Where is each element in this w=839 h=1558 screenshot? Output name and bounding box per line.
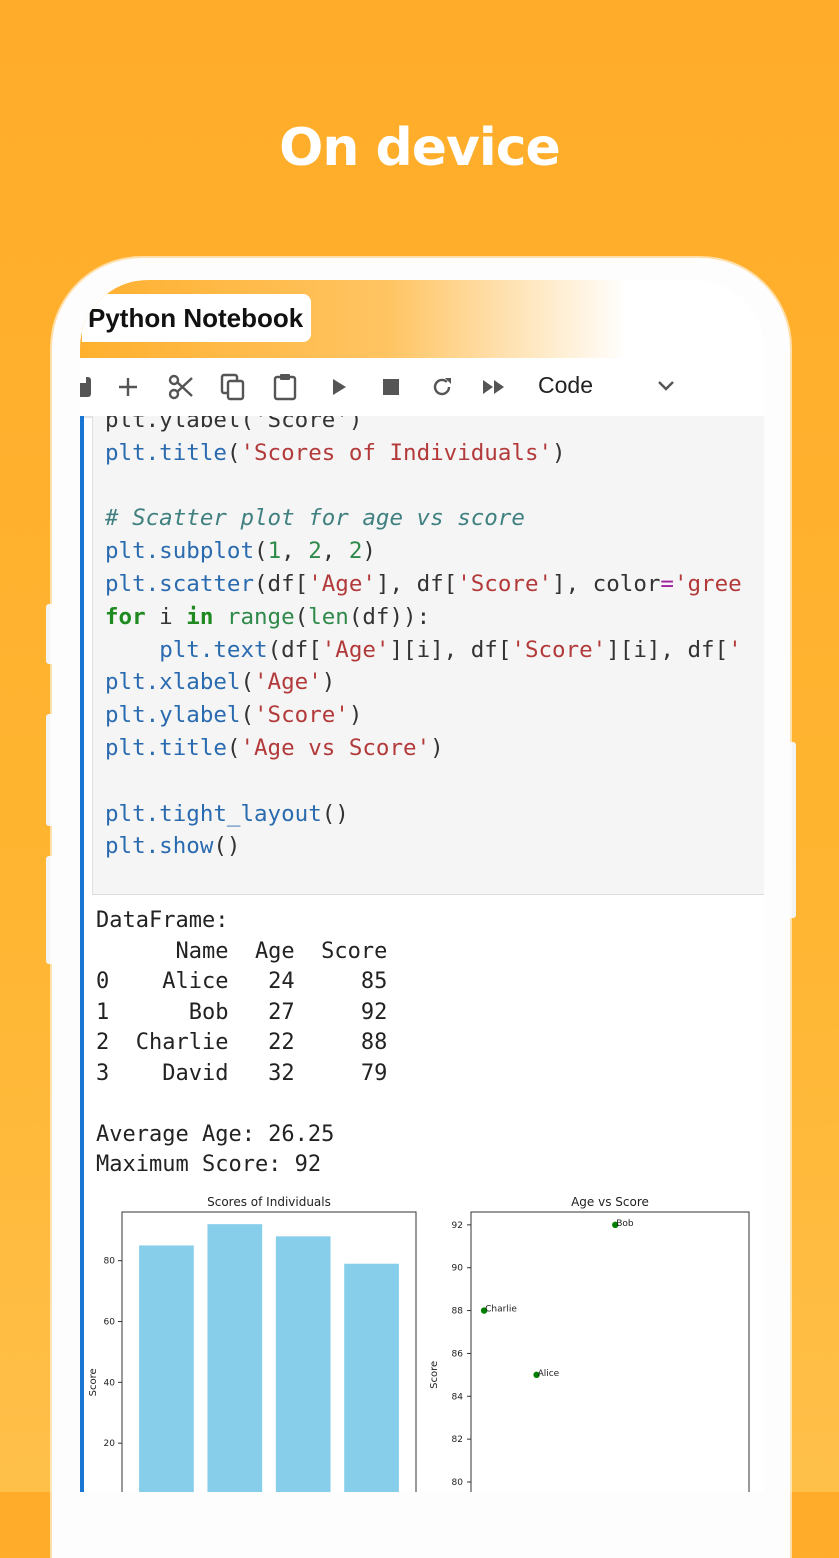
clipboard-icon[interactable] xyxy=(270,372,300,402)
y-tick-label: 92 xyxy=(452,1221,463,1231)
scatter-chart: Age vs Score Score 80 82 84 86 88 90 92 Alice Bob C… xyxy=(429,1195,750,1492)
table-header: Name Age Score xyxy=(96,938,388,964)
code-text[interactable]: plt.ylabel('Score') plt.title('Scores of… xyxy=(105,416,742,863)
chart-title: Scores of Individuals xyxy=(207,1195,331,1209)
table-row: 1 Bob 27 92 xyxy=(96,999,388,1025)
point-label: Alice xyxy=(538,1369,560,1379)
phone-screen: Python Notebook Code plt.ylabel('Score')… xyxy=(80,280,764,1492)
bar-chart: Scores of IndividualsScore020406080 xyxy=(88,1195,417,1492)
notebook-toolbar: Code xyxy=(80,358,764,418)
scissors-icon[interactable] xyxy=(166,372,196,402)
bar xyxy=(207,1224,263,1492)
restart-icon[interactable] xyxy=(427,372,457,402)
headline: On device xyxy=(279,118,561,178)
code-line: plt.ylabel('Score') xyxy=(105,416,363,433)
app-titlebar: Python Notebook xyxy=(80,280,764,358)
copy-icon[interactable] xyxy=(218,372,248,402)
y-tick-label: 82 xyxy=(452,1435,463,1445)
y-axis-label: Score xyxy=(88,1368,99,1396)
fast-forward-icon[interactable] xyxy=(479,372,509,402)
y-tick-label: 40 xyxy=(104,1378,116,1388)
bar xyxy=(344,1263,399,1492)
y-axis-label: Score xyxy=(429,1361,440,1389)
run-icon[interactable] xyxy=(324,372,354,402)
y-tick-label: 80 xyxy=(104,1257,116,1267)
y-tick-label: 20 xyxy=(104,1439,116,1449)
y-tick-label: 86 xyxy=(452,1349,464,1359)
y-tick-label: 60 xyxy=(104,1318,116,1328)
chevron-down-icon[interactable] xyxy=(656,378,676,397)
code-editor[interactable]: plt.ylabel('Score') plt.title('Scores of… xyxy=(92,416,764,895)
average-age: Average Age: 26.25 xyxy=(96,1121,335,1147)
plus-icon[interactable] xyxy=(113,372,143,402)
stop-icon[interactable] xyxy=(376,372,406,402)
plot-frame xyxy=(470,1211,750,1492)
table-row: 2 Charlie 22 88 xyxy=(96,1030,388,1055)
app-title: Python Notebook xyxy=(82,294,312,342)
table-row: 3 David 32 79 xyxy=(96,1060,388,1086)
cell-type-select[interactable]: Code xyxy=(538,372,593,399)
point-label: Charlie xyxy=(485,1305,517,1315)
save-icon[interactable] xyxy=(80,372,96,402)
y-tick-label: 90 xyxy=(452,1264,464,1274)
bar xyxy=(275,1236,331,1492)
y-tick-label: 84 xyxy=(452,1392,464,1402)
y-tick-label: 80 xyxy=(452,1478,464,1488)
bar xyxy=(139,1245,194,1492)
output-header: DataFrame: xyxy=(96,908,229,933)
maximum-score: Maximum Score: 92 xyxy=(96,1152,322,1177)
y-tick-label: 88 xyxy=(452,1307,464,1317)
notebook-cell[interactable]: plt.ylabel('Score') plt.title('Scores of… xyxy=(80,416,764,1492)
point-label: Bob xyxy=(616,1219,634,1229)
table-row: 0 Alice 24 85 xyxy=(96,969,388,994)
code-comment: # Scatter plot for age vs score xyxy=(105,505,525,532)
cell-output-text: DataFrame: Name Age Score 0 Alice 24 85 … xyxy=(96,906,387,1181)
chart-title: Age vs Score xyxy=(571,1195,649,1209)
